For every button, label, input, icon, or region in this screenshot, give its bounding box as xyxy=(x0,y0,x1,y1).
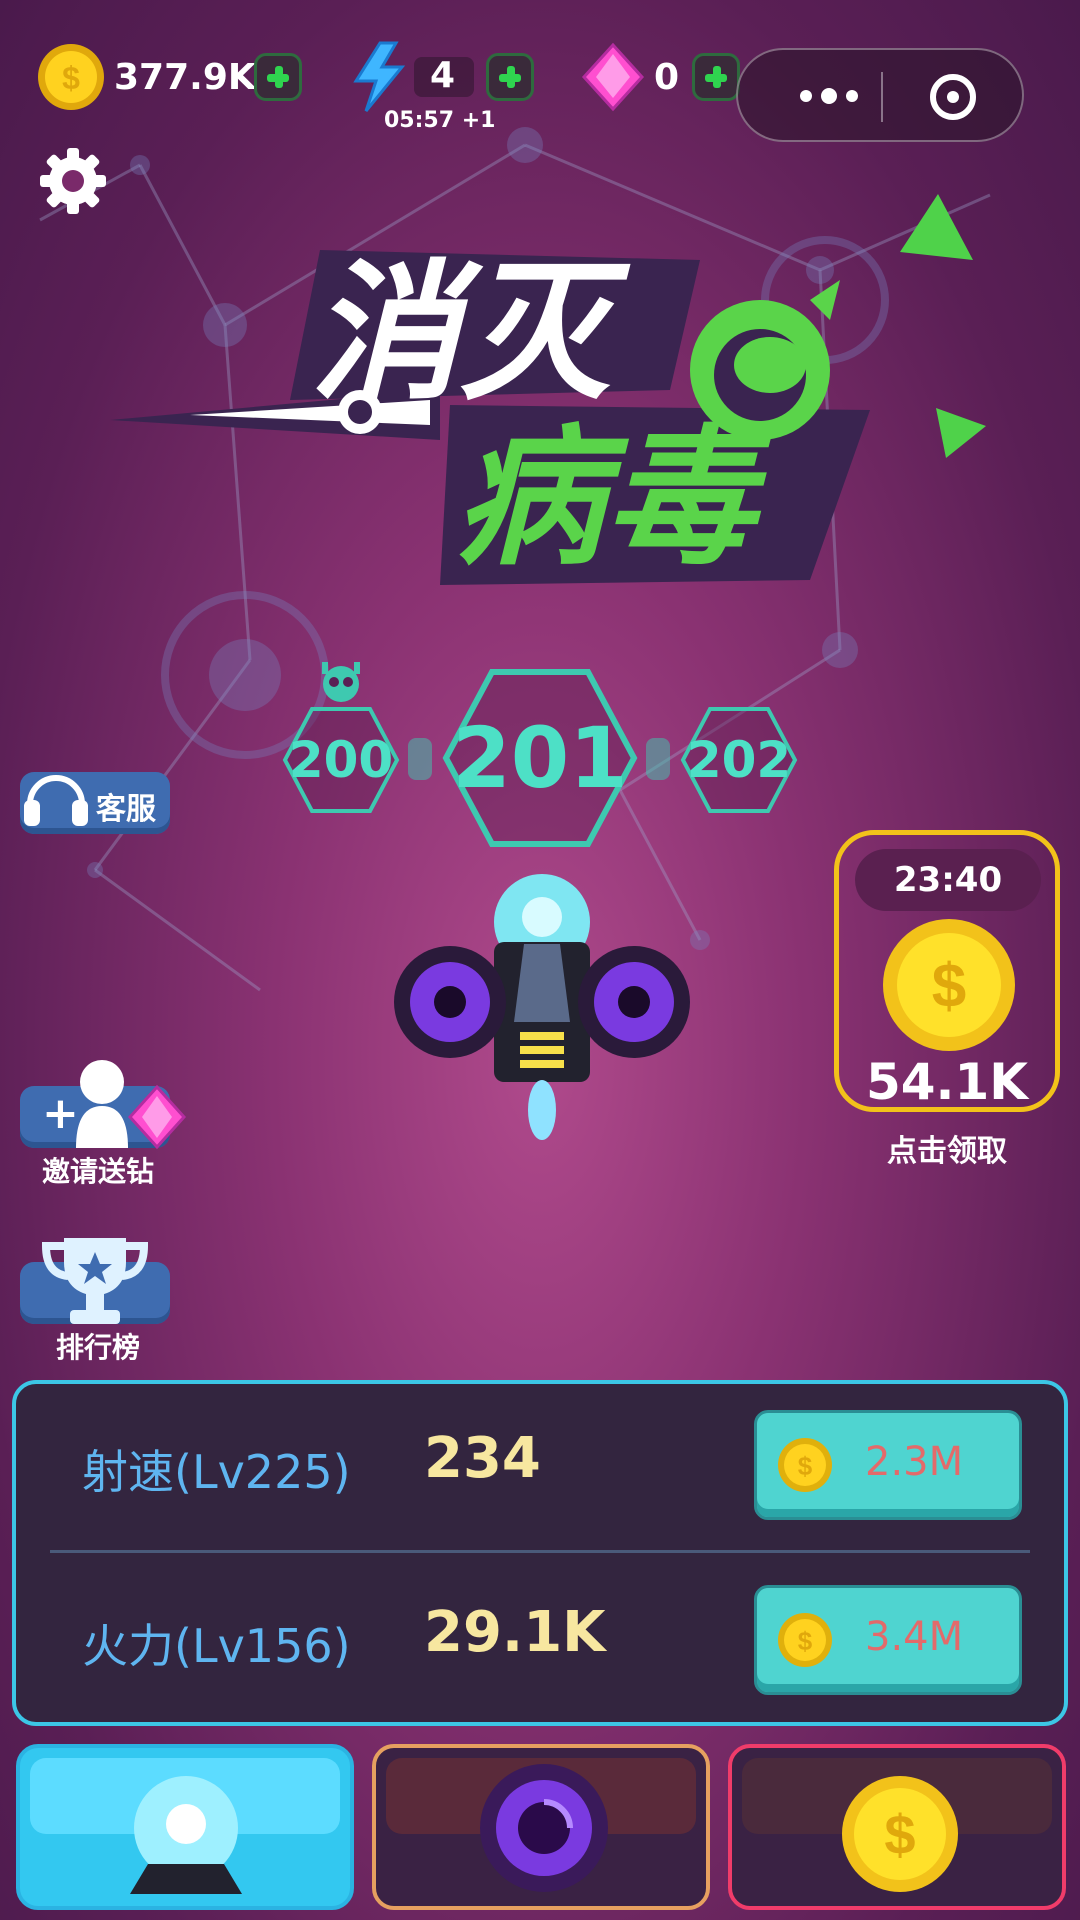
tab-coins[interactable]: $ xyxy=(728,1744,1066,1910)
person-icon xyxy=(76,1060,128,1148)
vortex-icon xyxy=(480,1764,608,1892)
svg-text:$: $ xyxy=(798,1451,813,1481)
target-icon[interactable] xyxy=(930,74,976,120)
gem-counter: 0 xyxy=(580,42,679,112)
firepower-label: 火力(Lv156) xyxy=(82,1619,351,1673)
upgrade-firepower-button[interactable]: $ 3.4M xyxy=(754,1585,1022,1695)
coin-icon: $ xyxy=(778,1438,832,1492)
coin-icon: $ xyxy=(842,1776,958,1892)
game-logo: 消灭 病毒 xyxy=(110,247,870,586)
panel-divider xyxy=(50,1550,1030,1553)
more-dots-icon[interactable] xyxy=(800,88,858,104)
virus-boss-icon xyxy=(322,662,360,702)
upgrade-fire-rate-button[interactable]: $ 2.3M xyxy=(754,1410,1022,1520)
tab-ship[interactable] xyxy=(16,1744,354,1910)
energy-counter: 4 xyxy=(350,41,474,112)
add-coins-button[interactable] xyxy=(254,53,302,101)
gem-icon xyxy=(581,42,645,112)
gear-icon[interactable] xyxy=(38,146,108,216)
player-spaceship xyxy=(394,874,690,1140)
ship-icon xyxy=(130,1776,242,1894)
add-energy-button[interactable] xyxy=(486,53,534,101)
coin-value: 377.9K xyxy=(114,56,256,98)
invite-button[interactable]: + xyxy=(20,1060,187,1150)
energy-value: 4 xyxy=(430,55,456,96)
firepower-value: 29.1K xyxy=(424,1600,606,1665)
fire-rate-value: 234 xyxy=(424,1426,541,1491)
customer-service-button[interactable]: 客服 xyxy=(20,772,170,834)
virus-icon xyxy=(936,408,986,458)
level-current: 201 xyxy=(442,668,638,848)
fire-rate-label: 射速(Lv225) xyxy=(82,1445,351,1499)
offline-reward-card[interactable]: 23:40 $ 54.1K xyxy=(834,830,1060,1112)
svg-text:$: $ xyxy=(884,1803,915,1866)
leaderboard-label: 排行榜 xyxy=(55,1331,140,1364)
svg-text:病毒: 病毒 xyxy=(455,412,772,586)
energy-timer: 05:57 +1 xyxy=(384,108,496,133)
lightning-icon xyxy=(353,41,406,112)
fire-rate-price: 2.3M xyxy=(865,1439,964,1485)
mini-program-capsule xyxy=(736,48,1024,142)
claim-label[interactable]: 点击领取 xyxy=(834,1126,1060,1170)
coin-icon: $ xyxy=(38,44,104,110)
svg-text:$: $ xyxy=(798,1626,813,1656)
gem-value: 0 xyxy=(654,56,680,98)
trophy-icon xyxy=(42,1238,148,1324)
reward-timer: 23:40 xyxy=(855,849,1041,911)
headset-icon xyxy=(24,775,88,826)
virus-icon xyxy=(900,194,973,260)
firepower-price: 3.4M xyxy=(865,1614,964,1660)
level-connector xyxy=(408,738,432,780)
level-connector xyxy=(646,738,670,780)
gem-icon xyxy=(127,1084,187,1150)
reward-amount: 54.1K xyxy=(865,1053,1029,1111)
level-previous[interactable]: 200 xyxy=(282,706,400,814)
leaderboard-button[interactable] xyxy=(20,1238,170,1324)
level-next[interactable]: 202 xyxy=(680,706,798,814)
add-gems-button[interactable] xyxy=(692,53,740,101)
svg-text:$: $ xyxy=(932,952,966,1021)
invite-label: 邀请送钻 xyxy=(41,1155,154,1188)
coin-icon: $ xyxy=(778,1613,832,1667)
coin-icon: $ xyxy=(883,919,1015,1051)
coin-counter: $ 377.9K xyxy=(36,42,256,112)
svg-text:$: $ xyxy=(62,60,80,96)
tab-weapon[interactable] xyxy=(372,1744,710,1910)
svg-text:消灭: 消灭 xyxy=(310,247,631,421)
